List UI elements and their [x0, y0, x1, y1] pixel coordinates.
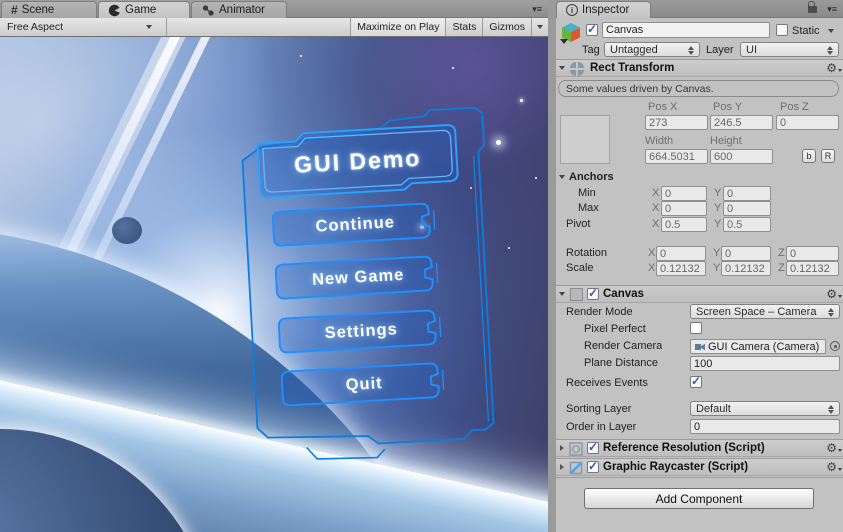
canvas-enabled-checkbox[interactable] [587, 286, 599, 300]
pos-x-field[interactable]: 273 [645, 115, 708, 130]
popup-arrow-icon [828, 308, 835, 317]
pivot-x-field[interactable]: 0.5 [661, 217, 707, 232]
graphic-raycaster-header[interactable]: Graphic Raycaster (Script) ⚙ [556, 458, 843, 476]
graphic-raycaster-icon [569, 461, 583, 475]
rotation-x-field[interactable]: 0 [656, 246, 706, 261]
pixel-perfect-checkbox[interactable] [690, 322, 702, 334]
menu-title: GUI Demo [293, 144, 422, 178]
popup-arrow-icon [828, 405, 835, 414]
component-enabled-checkbox[interactable] [587, 440, 599, 454]
canvas-component-header[interactable]: Canvas ⚙ [556, 285, 843, 303]
camera-icon [695, 343, 705, 351]
inspector-panel: i Inspector ▾≡ Canvas Static Tag Untagge… [556, 0, 843, 532]
moon [112, 217, 142, 244]
star [300, 55, 302, 57]
info-icon: i [566, 4, 578, 16]
anchor-max-x-field[interactable]: 0 [661, 201, 707, 216]
render-mode-dropdown[interactable]: Screen Space – Camera [690, 304, 840, 319]
width-field[interactable]: 664.5031 [645, 149, 708, 164]
gear-icon[interactable]: ⚙ [826, 441, 842, 455]
inspector-tabbar: i Inspector ▾≡ [556, 0, 843, 18]
foldout-icon[interactable] [560, 445, 564, 451]
foldout-icon[interactable] [560, 464, 564, 470]
tab-inspector[interactable]: i Inspector [556, 1, 651, 18]
canvas-icon [570, 288, 583, 301]
layer-dropdown[interactable]: UI [740, 42, 839, 57]
sorting-layer-dropdown[interactable]: Default [690, 401, 840, 416]
gizmos-button[interactable]: Gizmos [482, 18, 531, 36]
gear-icon[interactable]: ⚙ [826, 287, 842, 301]
plane-distance-field[interactable]: 100 [690, 356, 840, 371]
receives-events-checkbox[interactable] [690, 374, 702, 388]
anchors-foldout-icon[interactable] [559, 175, 565, 179]
reference-resolution-icon [569, 442, 583, 456]
scale-y-field[interactable]: 0.12132 [721, 261, 771, 276]
rect-transform-icon [570, 62, 584, 76]
stats-button[interactable]: Stats [445, 18, 482, 36]
game-icon [108, 4, 121, 16]
rect-preview-box [560, 115, 610, 164]
tab-animator[interactable]: Animator [191, 1, 287, 18]
lock-icon[interactable] [808, 1, 817, 13]
star [520, 99, 523, 102]
rect-transform-header[interactable]: Rect Transform ⚙ [556, 59, 843, 77]
component-enabled-checkbox[interactable] [587, 459, 599, 473]
window-menu-icon[interactable]: ▾≡ [827, 4, 837, 15]
star [452, 67, 454, 69]
scale-z-field[interactable]: 0.12132 [786, 261, 839, 276]
game-panel: # Scene Game Animator ▾≡ Free Aspect Max… [0, 0, 548, 532]
scale-x-field[interactable]: 0.12132 [656, 261, 706, 276]
blueprint-mode-button[interactable]: b [802, 149, 816, 163]
static-dropdown-arrow[interactable] [828, 29, 834, 33]
window-menu-icon[interactable]: ▾≡ [532, 4, 542, 15]
maximize-on-play-button[interactable]: Maximize on Play [350, 18, 446, 36]
game-menu-panel: GUI Demo Continue New Game Settings Quit [228, 97, 538, 485]
gear-icon[interactable]: ⚙ [826, 460, 842, 474]
left-tabbar: # Scene Game Animator ▾≡ [0, 0, 548, 18]
foldout-icon[interactable] [559, 66, 565, 70]
gear-icon[interactable]: ⚙ [826, 61, 842, 75]
anchor-min-y-field[interactable]: 0 [723, 186, 771, 201]
game-viewport: GUI Demo Continue New Game Settings Quit [0, 37, 548, 532]
tab-scene[interactable]: # Scene [1, 1, 97, 18]
tab-game[interactable]: Game [98, 1, 190, 18]
popup-arrow-icon [827, 46, 834, 55]
raw-edit-mode-button[interactable]: R [821, 149, 835, 163]
pivot-y-field[interactable]: 0.5 [723, 217, 771, 232]
static-checkbox[interactable] [776, 24, 788, 36]
gameobject-cube-icon [560, 23, 580, 44]
star [535, 177, 537, 179]
tag-dropdown[interactable]: Untagged [604, 42, 700, 57]
rotation-y-field[interactable]: 0 [721, 246, 771, 261]
aspect-dropdown[interactable]: Free Aspect [0, 18, 167, 36]
height-field[interactable]: 600 [710, 149, 773, 164]
rotation-z-field[interactable]: 0 [786, 246, 839, 261]
gameobject-enabled-checkbox[interactable] [586, 22, 598, 36]
anchor-max-y-field[interactable]: 0 [723, 201, 771, 216]
object-picker-icon[interactable] [830, 341, 840, 351]
gameobject-name-field[interactable]: Canvas [602, 22, 770, 38]
order-in-layer-field[interactable]: 0 [690, 419, 840, 434]
anchor-min-x-field[interactable]: 0 [661, 186, 707, 201]
gizmos-dropdown-arrow[interactable] [531, 18, 548, 36]
pos-z-field[interactable]: 0 [776, 115, 839, 130]
popup-arrow-icon [688, 46, 695, 55]
chevron-down-icon [537, 25, 543, 29]
chevron-down-icon [146, 25, 152, 29]
scene-grid-icon: # [11, 3, 18, 17]
animator-icon [202, 4, 214, 16]
driven-values-notice: Some values driven by Canvas. [558, 80, 839, 97]
render-camera-object-field[interactable]: GUI Camera (Camera) [690, 339, 826, 354]
foldout-icon[interactable] [559, 292, 565, 296]
add-component-button[interactable]: Add Component [584, 488, 814, 509]
pos-y-field[interactable]: 246.5 [710, 115, 773, 130]
reference-resolution-header[interactable]: Reference Resolution (Script) ⚙ [556, 439, 843, 457]
game-toolbar: Free Aspect Maximize on Play Stats Gizmo… [0, 18, 548, 37]
